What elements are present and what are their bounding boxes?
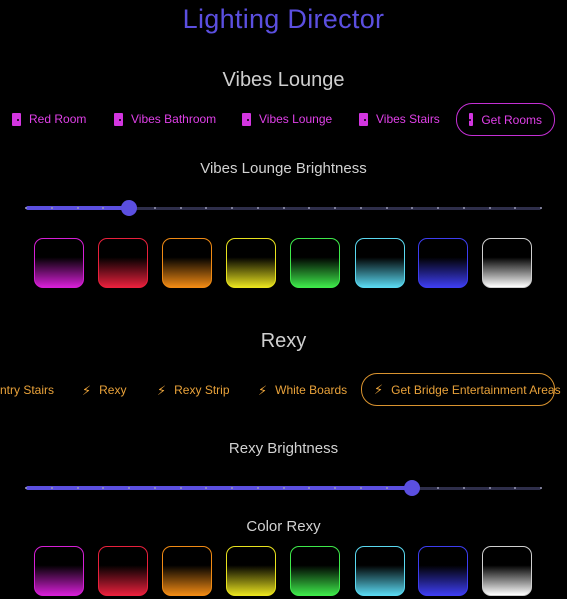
light-chip-label: ntry Stairs: [0, 383, 55, 397]
slider-tick: [488, 487, 491, 489]
lightning-bolt-icon: ⚡: [157, 382, 167, 398]
room-title: Rexy: [260, 330, 307, 352]
color-swatch[interactable]: [418, 238, 468, 288]
slider-tick: [76, 487, 79, 489]
slider-tick: [25, 207, 27, 209]
room-chip-vibes-bathroom[interactable]: Vibes Bathroom: [114, 104, 216, 134]
slider-thumb[interactable]: [121, 200, 137, 216]
color-label: Color Rexy: [246, 518, 321, 535]
slider-tick: [50, 207, 53, 209]
color-swatch[interactable]: [162, 546, 212, 596]
room-chip-label: Red Room: [29, 112, 87, 126]
slider-tick: [282, 207, 285, 209]
color-swatch[interactable]: [34, 546, 84, 596]
color-swatch[interactable]: [290, 546, 340, 596]
get-rooms-label: Get Rooms: [481, 112, 542, 127]
slider-tick: [462, 487, 465, 489]
slider-tick: [25, 487, 27, 489]
slider-tick: [437, 207, 439, 209]
slider-tick: [282, 487, 285, 489]
room-chip-vibes-lounge[interactable]: Vibes Lounge: [242, 104, 332, 134]
room-chip-red-room[interactable]: Red Room: [12, 104, 86, 134]
light-chip-white-boards[interactable]: ⚡ White Boards: [258, 375, 347, 405]
slider-tick: [385, 487, 388, 489]
slider-tick: [462, 207, 465, 209]
door-icon: [12, 112, 21, 126]
slider-tick: [359, 207, 362, 209]
slider-tick: [256, 487, 259, 489]
room-chip-label: Vibes Lounge: [259, 112, 333, 126]
light-chip-label: Rexy: [99, 383, 127, 397]
color-swatch[interactable]: [98, 546, 148, 596]
room-chip-vibes-stairs[interactable]: Vibes Stairs: [359, 104, 440, 134]
color-swatch[interactable]: [418, 546, 468, 596]
brightness-slider[interactable]: [25, 199, 542, 217]
color-swatch[interactable]: [482, 238, 532, 288]
light-chip-rexy[interactable]: ⚡ Rexy: [82, 375, 126, 405]
slider-fill: [26, 486, 413, 490]
brightness-label: Rexy Brightness: [228, 440, 339, 457]
door-icon: [242, 112, 251, 126]
get-rooms-button[interactable]: Get Rooms: [456, 103, 555, 136]
slider-tick: [256, 207, 259, 209]
brightness-slider[interactable]: [25, 479, 542, 497]
slider-tick: [385, 207, 388, 209]
slider-tick: [488, 207, 491, 209]
light-chip-rexy-strip[interactable]: ⚡ Rexy Strip: [157, 375, 230, 405]
slider-tick: [179, 207, 182, 209]
slider-tick: [153, 487, 156, 489]
door-icon: [359, 112, 368, 126]
color-swatch[interactable]: [482, 546, 532, 596]
lightning-bolt-icon: ⚡: [374, 382, 384, 397]
get-bridge-label: Get Bridge Entertainment Areas: [391, 382, 561, 397]
color-swatch[interactable]: [34, 238, 84, 288]
color-swatch-row: [0, 546, 567, 598]
color-swatch[interactable]: [355, 238, 405, 288]
lightning-bolt-icon: ⚡: [82, 382, 92, 398]
lightning-bolt-icon: ⚡: [258, 382, 268, 398]
room-chip-label: Vibes Stairs: [376, 112, 440, 126]
slider-tick: [540, 207, 542, 209]
app-title: Lighting Director: [182, 4, 385, 34]
slider-tick: [334, 487, 336, 489]
door-icon: [114, 112, 123, 126]
door-icon: [469, 113, 474, 126]
slider-tick: [50, 487, 53, 489]
slider-tick: [334, 207, 336, 209]
light-chip-label: White Boards: [275, 383, 348, 397]
slider-tick: [153, 207, 156, 209]
slider-tick: [359, 487, 362, 489]
color-swatch[interactable]: [355, 546, 405, 596]
color-swatch[interactable]: [98, 238, 148, 288]
slider-tick: [128, 487, 130, 489]
get-bridge-entertainment-areas-button[interactable]: ⚡ Get Bridge Entertainment Areas: [361, 373, 561, 406]
slider-tick: [179, 487, 182, 489]
slider-tick: [540, 487, 542, 489]
light-chip-entry-stairs[interactable]: ntry Stairs: [0, 375, 54, 405]
color-swatch-row: [0, 238, 567, 290]
slider-thumb[interactable]: [404, 480, 421, 496]
slider-tick: [231, 487, 233, 489]
room-title: Vibes Lounge: [222, 69, 345, 91]
brightness-label: Vibes Lounge Brightness: [200, 160, 367, 177]
color-swatch[interactable]: [226, 546, 276, 596]
slider-tick: [231, 207, 233, 209]
color-swatch[interactable]: [162, 238, 212, 288]
slider-tick: [76, 207, 79, 209]
room-chip-label: Vibes Bathroom: [131, 112, 217, 126]
color-swatch[interactable]: [226, 238, 276, 288]
color-swatch[interactable]: [290, 238, 340, 288]
slider-tick: [437, 487, 439, 489]
light-chip-label: Rexy Strip: [174, 383, 230, 397]
